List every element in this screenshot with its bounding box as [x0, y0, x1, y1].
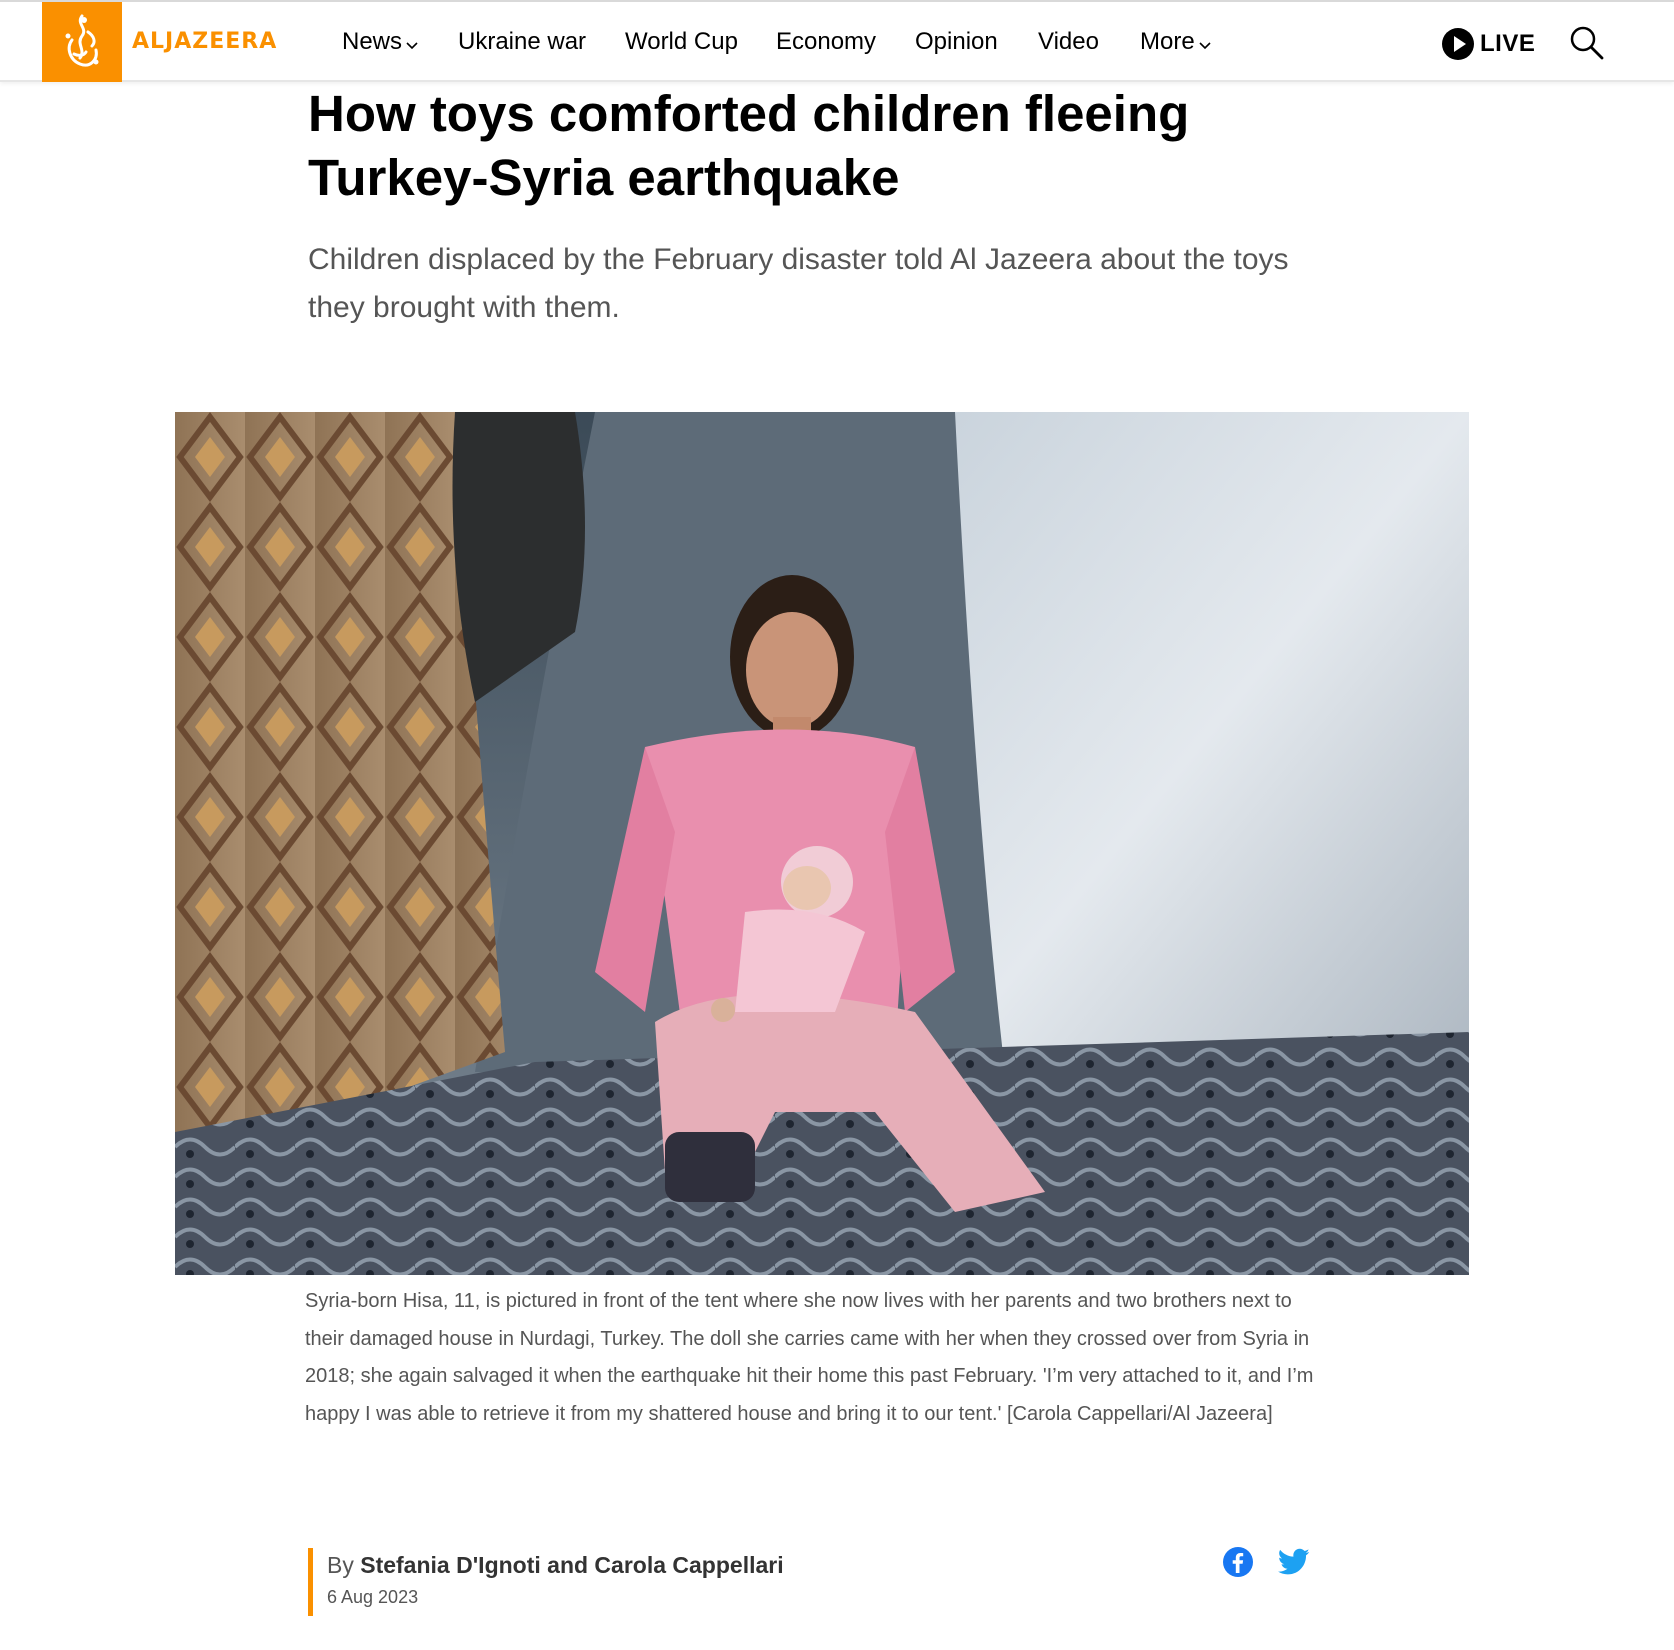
nav-item-ukraine-war[interactable]: Ukraine war — [458, 28, 586, 56]
nav-item-label: World Cup — [625, 28, 738, 55]
play-icon — [1442, 28, 1474, 60]
nav-item-label: More — [1140, 28, 1195, 55]
nav-item-label: Video — [1038, 28, 1099, 55]
hero-image — [175, 412, 1469, 1275]
byline: By Stefania D'Ignoti and Carola Cappella… — [308, 1548, 784, 1616]
search-icon[interactable] — [1568, 24, 1606, 62]
live-button[interactable]: LIVE — [1442, 28, 1535, 60]
article-subhead: Children displaced by the February disas… — [308, 243, 1289, 324]
live-label: LIVE — [1480, 30, 1536, 57]
nav-item-economy[interactable]: Economy — [776, 28, 876, 56]
aljazeera-logo-icon[interactable] — [42, 2, 122, 82]
chevron-down-icon — [1199, 29, 1211, 57]
facebook-icon[interactable] — [1222, 1546, 1254, 1578]
chevron-down-icon — [406, 29, 418, 57]
nav-item-news[interactable]: News — [342, 28, 418, 57]
byline-text: By Stefania D'Ignoti and Carola Cappella… — [327, 1548, 784, 1582]
nav-item-label: Opinion — [915, 28, 998, 55]
nav-item-world-cup[interactable]: World Cup — [625, 28, 738, 56]
image-caption: Syria-born Hisa, 11, is pictured in fron… — [305, 1290, 1314, 1425]
site-header: ALJAZEERA News Ukraine war World Cup Eco… — [0, 0, 1674, 82]
twitter-icon[interactable] — [1277, 1548, 1310, 1576]
byline-prefix: By — [327, 1552, 354, 1578]
nav-item-label: Ukraine war — [458, 28, 587, 55]
brand-name[interactable]: ALJAZEERA — [132, 29, 277, 54]
nav-item-label: News — [342, 28, 403, 55]
nav-item-video[interactable]: Video — [1038, 28, 1099, 56]
nav-item-opinion[interactable]: Opinion — [915, 28, 998, 56]
nav-item-label: Economy — [776, 28, 877, 55]
publish-date: 6 Aug 2023 — [327, 1587, 419, 1607]
article-headline: How toys comforted children fleeing Turk… — [308, 85, 1190, 206]
nav-item-more[interactable]: More — [1140, 28, 1211, 57]
author-names[interactable]: Stefania D'Ignoti and Carola Cappellari — [360, 1552, 783, 1578]
